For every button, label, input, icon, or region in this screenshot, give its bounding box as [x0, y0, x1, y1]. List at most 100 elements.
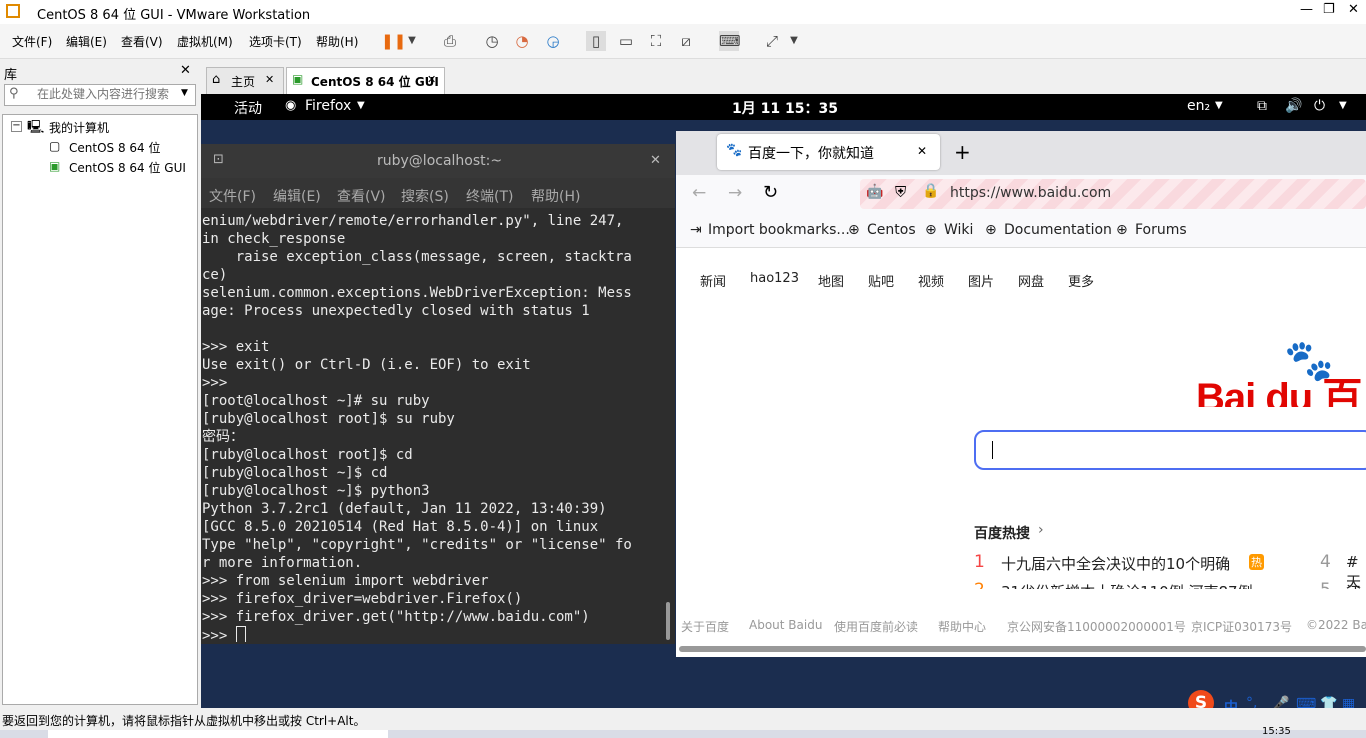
- terminal-menu-file[interactable]: 文件(F): [209, 186, 256, 206]
- gnome-clock[interactable]: 1月 11 15：35: [732, 98, 838, 118]
- send-keys-icon[interactable]: ⎙: [440, 31, 460, 51]
- close-icon[interactable]: ✕: [265, 73, 274, 86]
- menu-help[interactable]: 帮助(H): [316, 33, 358, 50]
- restore-icon[interactable]: ❐: [1323, 2, 1335, 17]
- guest-display[interactable]: 活动 ◉ Firefox ▼ 1月 11 15：35 en₂ ▼ ⧉ 🔊 ⏻ ▼…: [201, 94, 1366, 708]
- baidu-link-hao123[interactable]: hao123: [750, 271, 799, 286]
- reload-icon[interactable]: ↻: [763, 182, 778, 203]
- baidu-search-box[interactable]: [974, 430, 1366, 470]
- hot-item-1[interactable]: 十九届六中全会决议中的10个明确: [1001, 553, 1230, 574]
- app-menu-firefox[interactable]: Firefox: [305, 98, 351, 114]
- close-icon[interactable]: ✕: [917, 144, 927, 158]
- terminal-menu-edit[interactable]: 编辑(E): [273, 186, 321, 206]
- menu-view[interactable]: 查看(V): [121, 33, 163, 50]
- terminal-scrollbar[interactable]: [666, 602, 670, 640]
- snapshot-icon[interactable]: ◷: [482, 31, 502, 51]
- power-icon[interactable]: ⏻: [1314, 98, 1325, 114]
- bookmark-wiki[interactable]: Wiki: [944, 222, 973, 238]
- menu-edit[interactable]: 编辑(E): [66, 33, 107, 50]
- snapshot-manager-icon[interactable]: ◶: [543, 31, 563, 51]
- bookmark-import[interactable]: Import bookmarks...: [708, 222, 850, 238]
- firefox-tab[interactable]: 🐾 百度一下，你就知道 ✕: [717, 134, 940, 170]
- ime-toolbar[interactable]: S 中 °, 🎤 ⌨ 👕 ▦: [1186, 690, 1366, 708]
- baidu-link-news[interactable]: 新闻: [700, 271, 726, 290]
- keyboard-icon[interactable]: ⌨: [1296, 696, 1316, 708]
- terminal-menu-search[interactable]: 搜索(S): [401, 186, 449, 206]
- library-search-input[interactable]: [35, 86, 179, 102]
- skin-icon[interactable]: 👕: [1320, 696, 1337, 708]
- punctuation-icon[interactable]: °,: [1246, 695, 1257, 708]
- firefox-window[interactable]: 🐾 百度一下，你就知道 ✕ + ← → ↻ 🤖 ⛨ 🔒 https://www.…: [676, 131, 1366, 657]
- chevron-down-icon[interactable]: ▼: [181, 88, 188, 98]
- chevron-down-icon[interactable]: ▼: [784, 31, 804, 51]
- terminal-menu-help[interactable]: 帮助(H): [531, 186, 580, 206]
- horizontal-scrollbar[interactable]: [679, 646, 1366, 652]
- baidu-link-pan[interactable]: 网盘: [1018, 271, 1044, 290]
- close-icon[interactable]: ✕: [427, 73, 436, 86]
- footer-police-record[interactable]: 京公网安备11000002000001号: [1007, 618, 1186, 635]
- input-method-indicator[interactable]: en₂: [1187, 98, 1210, 114]
- terminal-menu-terminal[interactable]: 终端(T): [466, 186, 513, 206]
- tab-vm[interactable]: ▣ CentOS 8 64 位 GUI ✕: [286, 67, 445, 94]
- collapse-icon[interactable]: −: [11, 121, 22, 132]
- close-icon[interactable]: ✕: [180, 63, 191, 78]
- thumbnail-view-icon[interactable]: ▭: [616, 31, 636, 51]
- forward-icon[interactable]: →: [728, 183, 742, 203]
- tree-item-centos8-gui[interactable]: CentOS 8 64 位 GUI: [69, 159, 186, 176]
- terminal-window[interactable]: ⊡ ruby@localhost:~ ✕ 文件(F) 编辑(E) 查看(V) 搜…: [201, 144, 675, 644]
- hot-rank-5: 5: [1320, 580, 1331, 589]
- baidu-link-images[interactable]: 图片: [968, 271, 994, 290]
- library-view-icon[interactable]: ▯: [586, 31, 606, 51]
- terminal-output[interactable]: enium/webdriver/remote/errorhandler.py",…: [202, 212, 662, 642]
- taskbar-clock[interactable]: 15:35: [1262, 727, 1291, 737]
- close-icon[interactable]: ✕: [1348, 2, 1359, 17]
- status-text: 要返回到您的计算机，请将鼠标指针从虚拟机中移出或按 Ctrl+Alt。: [2, 714, 366, 728]
- footer-about[interactable]: 关于百度: [681, 618, 729, 635]
- shield-icon[interactable]: ⛨: [895, 183, 906, 201]
- console-view-icon[interactable]: ⌨: [719, 31, 741, 51]
- footer-about-en[interactable]: About Baidu: [749, 618, 822, 632]
- stretch-icon[interactable]: ⤢: [762, 31, 782, 51]
- url-text[interactable]: https://www.baidu.com: [950, 185, 1111, 201]
- pause-icon[interactable]: ❚❚: [381, 31, 406, 51]
- menu-tabs[interactable]: 选项卡(T): [249, 33, 302, 50]
- unity-icon[interactable]: ⧄: [676, 31, 696, 51]
- new-tab-icon[interactable]: +: [954, 140, 971, 164]
- activities-button[interactable]: 活动: [234, 98, 262, 118]
- bookmark-centos[interactable]: Centos: [867, 222, 916, 238]
- hot-item-2[interactable]: 31省份新增本土确诊110例 河南87例: [1001, 581, 1253, 589]
- menu-vm[interactable]: 虚拟机(M): [177, 33, 233, 50]
- library-search-box[interactable]: ⚲ ▼: [4, 84, 196, 106]
- toolbox-icon[interactable]: ▦: [1342, 696, 1355, 708]
- fullscreen-icon[interactable]: ⛶: [646, 31, 666, 51]
- menu-file[interactable]: 文件(F): [12, 33, 52, 50]
- url-bar[interactable]: 🤖 ⛨ 🔒 https://www.baidu.com: [860, 179, 1366, 209]
- revert-snapshot-icon[interactable]: ◔: [512, 31, 532, 51]
- footer-icp[interactable]: 京ICP证030173号: [1191, 618, 1292, 635]
- minimize-icon[interactable]: —: [1300, 2, 1313, 17]
- microphone-icon[interactable]: 🎤: [1272, 696, 1289, 708]
- hot-search-title[interactable]: 百度热搜: [974, 523, 1030, 543]
- footer-terms[interactable]: 使用百度前必读: [834, 618, 918, 635]
- chevron-right-icon[interactable]: ›: [1038, 522, 1044, 538]
- ime-mode[interactable]: 中: [1224, 697, 1238, 708]
- back-icon[interactable]: ←: [692, 183, 706, 203]
- network-icon[interactable]: ⧉: [1257, 98, 1267, 114]
- lock-icon[interactable]: 🔒: [922, 183, 939, 199]
- baidu-link-video[interactable]: 视频: [918, 271, 944, 290]
- baidu-link-tieba[interactable]: 贴吧: [868, 271, 894, 290]
- baidu-link-more[interactable]: 更多: [1068, 271, 1094, 290]
- taskbar-search-box[interactable]: [48, 730, 388, 738]
- chevron-down-icon[interactable]: ▼: [402, 31, 422, 51]
- footer-help[interactable]: 帮助中心: [938, 618, 986, 635]
- tree-item-centos8[interactable]: CentOS 8 64 位: [69, 139, 160, 156]
- bookmark-forums[interactable]: Forums: [1135, 222, 1187, 238]
- baidu-link-map[interactable]: 地图: [818, 271, 844, 290]
- hot-item-5[interactable]: 江西: [1346, 581, 1366, 589]
- tree-item-my-computer[interactable]: 我的计算机: [49, 119, 109, 136]
- volume-icon[interactable]: 🔊: [1285, 98, 1302, 114]
- bookmark-documentation[interactable]: Documentation: [1004, 222, 1112, 238]
- tab-home[interactable]: ⌂ 主页 ✕: [206, 67, 284, 94]
- terminal-menu-view[interactable]: 查看(V): [337, 186, 386, 206]
- close-icon[interactable]: ✕: [650, 153, 661, 168]
